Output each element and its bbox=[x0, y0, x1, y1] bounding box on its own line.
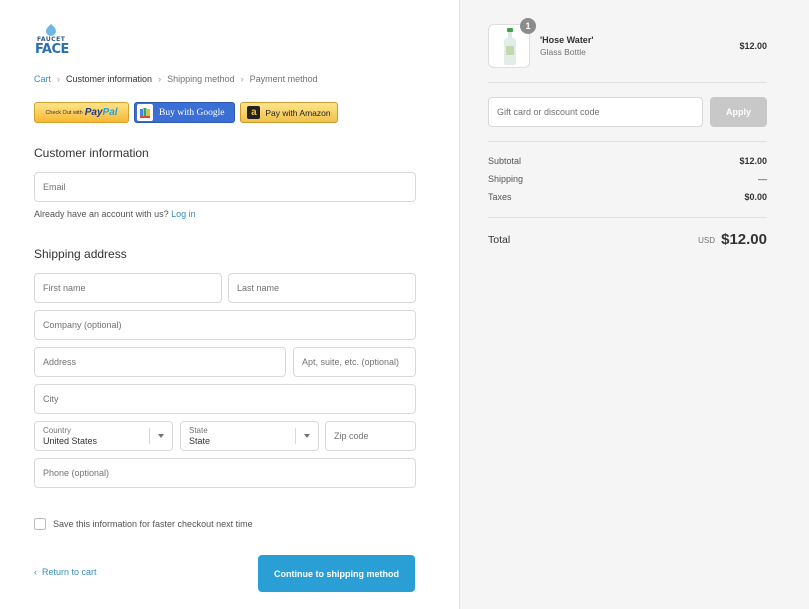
last-name-field[interactable]: Last name bbox=[228, 273, 416, 303]
chevron-down-icon bbox=[158, 434, 164, 438]
state-label: State bbox=[189, 425, 208, 435]
total-label: Total bbox=[488, 234, 511, 246]
google-wallet-icon bbox=[137, 104, 153, 121]
subtotal-label: Subtotal bbox=[488, 156, 522, 166]
shipping-address-heading: Shipping address bbox=[34, 247, 127, 261]
last-name-placeholder: Last name bbox=[237, 283, 280, 293]
apt-placeholder: Apt, suite, etc. (optional) bbox=[302, 357, 400, 367]
chevron-right-icon: › bbox=[57, 74, 61, 84]
paypal-button[interactable]: Check Out with Pay Pal bbox=[34, 102, 129, 123]
order-summary-sidebar bbox=[459, 0, 809, 609]
account-prompt-text: Already have an account with us? bbox=[34, 209, 169, 219]
quantity-badge: 1 bbox=[520, 18, 536, 34]
return-to-cart-label: Return to cart bbox=[42, 567, 97, 577]
account-prompt: Already have an account with us? Log in bbox=[34, 209, 196, 219]
discount-code-field[interactable]: Gift card or discount code bbox=[488, 97, 703, 127]
select-divider bbox=[295, 428, 296, 444]
company-field[interactable]: Company (optional) bbox=[34, 310, 416, 340]
apply-button[interactable]: Apply bbox=[710, 97, 767, 127]
breadcrumb-payment-method: Payment method bbox=[249, 74, 318, 84]
select-divider bbox=[149, 428, 150, 444]
state-select[interactable]: State State bbox=[180, 421, 319, 451]
google-wallet-label: Buy with Google bbox=[159, 107, 225, 118]
product-price: $12.00 bbox=[739, 41, 767, 51]
breadcrumb-customer-information: Customer information bbox=[66, 74, 153, 84]
chevron-down-icon bbox=[304, 434, 310, 438]
breadcrumb-cart[interactable]: Cart bbox=[34, 74, 51, 84]
amazon-pay-label: Pay with Amazon bbox=[265, 107, 331, 118]
faucet-face-logo[interactable]: FAUCET FACE bbox=[34, 23, 70, 62]
apt-field[interactable]: Apt, suite, etc. (optional) bbox=[293, 347, 416, 377]
subtotal-value: $12.00 bbox=[739, 156, 767, 166]
state-value: State bbox=[189, 435, 211, 446]
phone-field[interactable]: Phone (optional) bbox=[34, 458, 416, 488]
chevron-right-icon: › bbox=[240, 74, 244, 84]
save-info-checkbox[interactable] bbox=[34, 518, 46, 530]
product-name: 'Hose Water' bbox=[540, 35, 594, 45]
taxes-value: $0.00 bbox=[744, 192, 767, 202]
continue-to-shipping-button[interactable]: Continue to shipping method bbox=[258, 555, 415, 592]
glass-bottle-image bbox=[504, 28, 516, 65]
discount-placeholder: Gift card or discount code bbox=[497, 107, 600, 117]
shipping-value: — bbox=[758, 174, 767, 184]
logo-text-bottom: FACE bbox=[35, 42, 69, 57]
breadcrumb-shipping-method: Shipping method bbox=[167, 74, 235, 84]
phone-placeholder: Phone (optional) bbox=[43, 468, 110, 478]
save-info-option[interactable]: Save this information for faster checkou… bbox=[34, 518, 253, 530]
express-checkout: Check Out with Pay Pal Buy with Google a … bbox=[34, 102, 338, 123]
email-field[interactable]: Email bbox=[34, 172, 416, 202]
country-select[interactable]: Country United States bbox=[34, 421, 173, 451]
first-name-placeholder: First name bbox=[43, 283, 86, 293]
country-value: United States bbox=[43, 435, 98, 446]
chevron-right-icon: › bbox=[158, 74, 162, 84]
total-currency: USD bbox=[698, 236, 715, 245]
total-value: $12.00 bbox=[721, 231, 767, 248]
company-placeholder: Company (optional) bbox=[43, 320, 122, 330]
city-placeholder: City bbox=[43, 394, 59, 404]
divider bbox=[488, 82, 767, 83]
country-label: Country bbox=[43, 425, 72, 435]
amazon-pay-button[interactable]: a Pay with Amazon bbox=[240, 102, 338, 123]
product-variant: Glass Bottle bbox=[540, 47, 586, 57]
zip-code-placeholder: Zip code bbox=[334, 431, 369, 441]
address-placeholder: Address bbox=[43, 357, 77, 367]
breadcrumb: Cart › Customer information › Shipping m… bbox=[34, 74, 318, 84]
google-wallet-button[interactable]: Buy with Google bbox=[134, 102, 235, 123]
paypal-logo-pay: Pay bbox=[84, 107, 103, 118]
save-info-label: Save this information for faster checkou… bbox=[53, 519, 253, 529]
address-field[interactable]: Address bbox=[34, 347, 286, 377]
continue-label: Continue to shipping method bbox=[274, 568, 399, 579]
login-link[interactable]: Log in bbox=[171, 209, 196, 219]
zip-code-field[interactable]: Zip code bbox=[325, 421, 416, 451]
paypal-logo-pal: Pal bbox=[102, 107, 118, 118]
checkout-main: FAUCET FACE Cart › Customer information … bbox=[0, 0, 459, 609]
email-placeholder: Email bbox=[43, 182, 66, 192]
paypal-small-label: Check Out with bbox=[45, 109, 83, 116]
city-field[interactable]: City bbox=[34, 384, 416, 414]
apply-label: Apply bbox=[725, 107, 751, 117]
first-name-field[interactable]: First name bbox=[34, 273, 222, 303]
taxes-label: Taxes bbox=[488, 192, 512, 202]
chevron-left-icon: ‹ bbox=[34, 567, 37, 577]
divider bbox=[488, 141, 767, 142]
customer-information-heading: Customer information bbox=[34, 146, 149, 160]
amazon-icon: a bbox=[247, 106, 261, 119]
shipping-label: Shipping bbox=[488, 174, 524, 184]
divider bbox=[488, 217, 767, 218]
return-to-cart-link[interactable]: ‹ Return to cart bbox=[34, 567, 97, 577]
